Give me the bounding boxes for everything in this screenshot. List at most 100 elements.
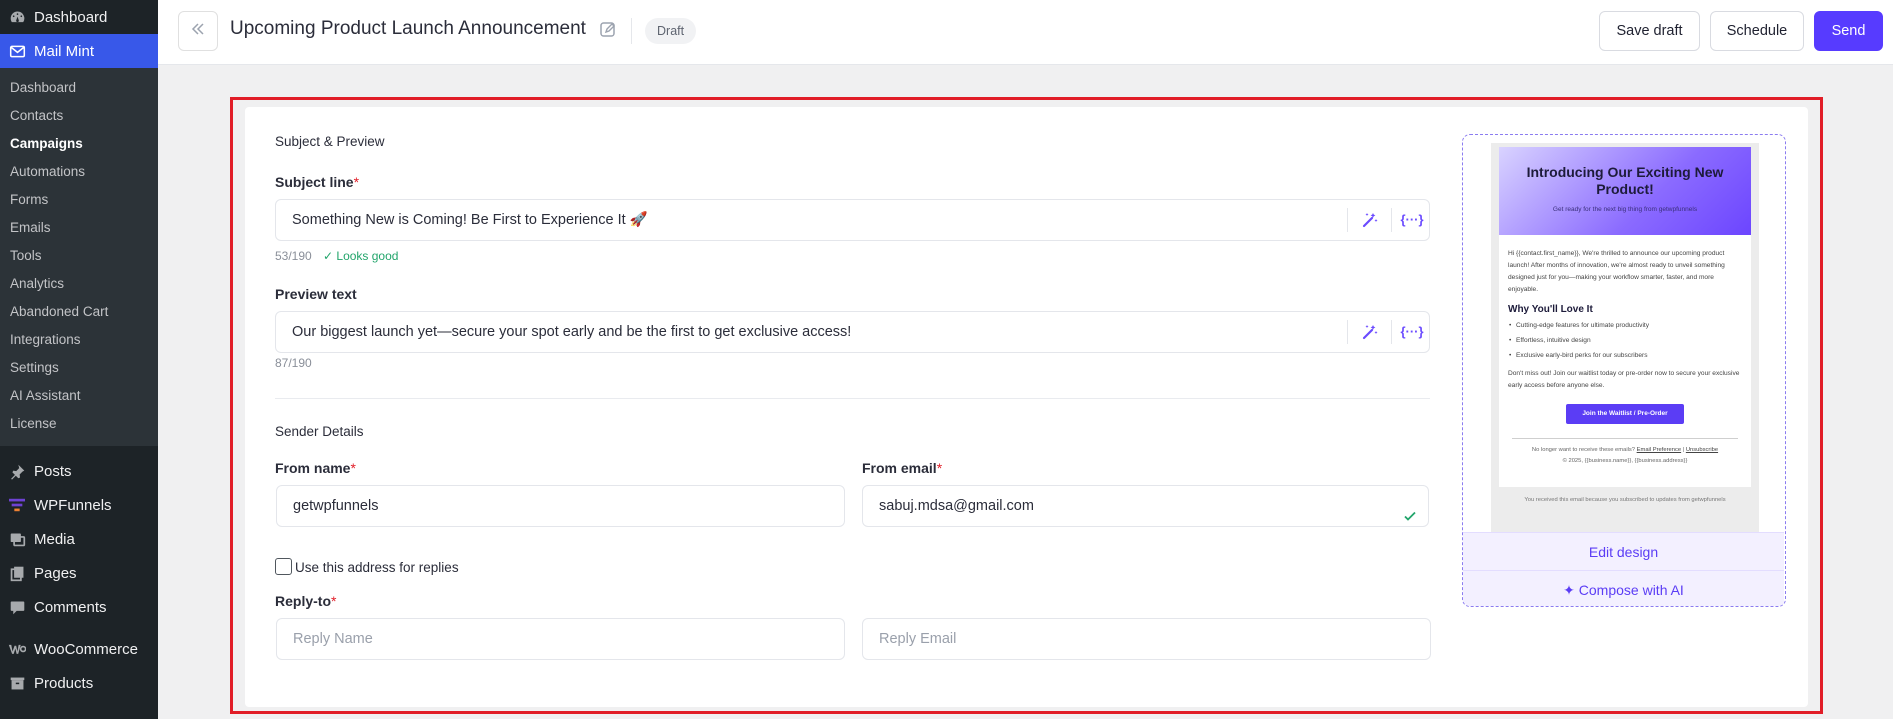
- required-mark: *: [350, 460, 356, 476]
- subject-label-text: Subject line: [275, 174, 354, 190]
- email-footer-address: © 2025, {{business.name}}, {{business.ad…: [1562, 458, 1688, 464]
- sidebar-item-mailmint[interactable]: Mail Mint: [0, 34, 158, 68]
- preview-text-label: Preview text: [275, 286, 357, 302]
- email-preview-panel: Introducing Our Exciting New Product! Ge…: [1462, 134, 1786, 607]
- sidebar-label-pages: Pages: [34, 564, 77, 582]
- sidebar-label-wpfunnels: WPFunnels: [34, 496, 112, 514]
- from-email-value: sabuj.mdsa@gmail.com: [879, 498, 1034, 514]
- mail-icon: [8, 42, 26, 60]
- submenu-license[interactable]: License: [0, 410, 158, 438]
- email-preview-canvas: Introducing Our Exciting New Product! Ge…: [1491, 143, 1759, 537]
- double-chevron-left-icon: [190, 21, 206, 42]
- subject-label: Subject line*: [275, 174, 359, 190]
- sidebar-item-products[interactable]: Products: [0, 666, 158, 700]
- from-name-input[interactable]: getwpfunnels: [276, 485, 845, 527]
- submenu-dashboard[interactable]: Dashboard: [0, 74, 158, 102]
- sidebar-item-pages[interactable]: Pages: [0, 556, 158, 590]
- email-preview-body: Introducing Our Exciting New Product! Ge…: [1499, 147, 1751, 487]
- dashboard-icon: [8, 8, 26, 26]
- sidebar-item-posts[interactable]: Posts: [0, 454, 158, 488]
- email-bullet: Effortless, intuitive design: [1508, 335, 1742, 347]
- from-email-input[interactable]: sabuj.mdsa@gmail.com: [862, 485, 1429, 527]
- from-email-label: From email*: [862, 460, 942, 476]
- save-draft-button[interactable]: Save draft: [1599, 11, 1700, 51]
- preview-text-value: Our biggest launch yet—secure your spot …: [292, 324, 852, 340]
- schedule-button[interactable]: Schedule: [1710, 11, 1804, 51]
- email-preference-link: Email Preference: [1636, 447, 1682, 453]
- use-reply-checkbox[interactable]: [275, 558, 292, 575]
- ai-wand-icon[interactable]: [1359, 209, 1381, 231]
- sidebar-item-dashboard[interactable]: Dashboard: [0, 0, 158, 34]
- mailmint-submenu: Dashboard Contacts Campaigns Automations…: [0, 68, 158, 446]
- campaign-title: Upcoming Product Launch Announcement: [230, 18, 586, 39]
- send-button[interactable]: Send: [1814, 11, 1883, 51]
- subject-char-count: 53/190: [275, 249, 312, 263]
- status-badge: Draft: [645, 18, 697, 44]
- required-mark: *: [353, 174, 360, 190]
- required-mark: *: [936, 460, 943, 476]
- sidebar-label-media: Media: [34, 530, 75, 548]
- submenu-ai-assistant[interactable]: AI Assistant: [0, 382, 158, 410]
- email-section-title: Why You'll Love It: [1508, 304, 1593, 315]
- submenu-emails[interactable]: Emails: [0, 214, 158, 242]
- email-closing: Don't miss out! Join our waitlist today …: [1508, 370, 1740, 389]
- comment-icon: [8, 598, 26, 616]
- box-icon: [8, 674, 26, 692]
- submenu-settings[interactable]: Settings: [0, 354, 158, 382]
- submenu-abandoned-cart[interactable]: Abandoned Cart: [0, 298, 158, 326]
- preview-text-input[interactable]: Our biggest launch yet—secure your spot …: [275, 311, 1430, 353]
- subject-input[interactable]: Something New is Coming! Be First to Exp…: [275, 199, 1430, 241]
- sidebar-label-comments: Comments: [34, 598, 107, 616]
- sidebar-item-media[interactable]: Media: [0, 522, 158, 556]
- section-divider: [275, 398, 1430, 399]
- subject-input-value: Something New is Coming! Be First to Exp…: [292, 212, 648, 228]
- sidebar-label-woocommerce: WooCommerce: [34, 640, 138, 658]
- merge-tag-icon[interactable]: {···}: [1398, 209, 1426, 231]
- email-footer-links: No longer want to receive these emails? …: [1531, 447, 1719, 453]
- edit-design-button[interactable]: Edit design: [1463, 532, 1784, 570]
- media-icon: [8, 530, 26, 548]
- submenu-analytics[interactable]: Analytics: [0, 270, 158, 298]
- submenu-tools[interactable]: Tools: [0, 242, 158, 270]
- email-headline: Introducing Our Exciting New Product!: [1526, 164, 1724, 197]
- submenu-campaigns[interactable]: Campaigns: [0, 130, 158, 158]
- reply-name-input[interactable]: Reply Name: [276, 618, 845, 660]
- from-name-label: From name*: [275, 460, 356, 476]
- submenu-integrations[interactable]: Integrations: [0, 326, 158, 354]
- reply-email-input[interactable]: Reply Email: [862, 618, 1431, 660]
- reply-to-label: Reply-to*: [275, 593, 336, 609]
- campaign-header: Upcoming Product Launch Announcement Dra…: [158, 0, 1893, 65]
- edit-title-icon[interactable]: [598, 20, 618, 40]
- subject-status: ✓ Looks good: [323, 249, 399, 263]
- email-intro: Hi {{contact.first_name}}, We're thrille…: [1508, 250, 1725, 293]
- sidebar-item-wpfunnels[interactable]: WPFunnels: [0, 488, 158, 522]
- sender-section-title: Sender Details: [275, 424, 364, 439]
- collapse-back-button[interactable]: [178, 11, 218, 51]
- check-icon: [1403, 499, 1417, 526]
- subject-section-title: Subject & Preview: [275, 134, 385, 149]
- sidebar-item-woocommerce[interactable]: WooCommerce: [0, 632, 158, 666]
- submenu-forms[interactable]: Forms: [0, 186, 158, 214]
- title-divider: [631, 18, 632, 44]
- submenu-automations[interactable]: Automations: [0, 158, 158, 186]
- from-name-label-text: From name: [275, 460, 351, 476]
- preview-char-count: 87/190: [275, 356, 312, 370]
- submenu-contacts[interactable]: Contacts: [0, 102, 158, 130]
- from-email-label-text: From email: [862, 460, 937, 476]
- email-cta-button: Join the Waitlist / Pre-Order: [1566, 404, 1684, 424]
- sidebar-label-mailmint: Mail Mint: [34, 42, 95, 60]
- woocommerce-icon: [8, 640, 26, 658]
- unsubscribe-link: Unsubscribe: [1685, 447, 1719, 453]
- email-outer-note: You received this email because you subs…: [1524, 497, 1726, 503]
- sidebar-label-posts: Posts: [34, 462, 72, 480]
- admin-sidebar: Dashboard Mail Mint Dashboard Contacts C…: [0, 0, 158, 719]
- wpfunnels-icon: [8, 496, 26, 514]
- email-subheadline: Get ready for the next big thing from ge…: [1552, 206, 1698, 213]
- merge-tag-icon[interactable]: {···}: [1398, 321, 1426, 343]
- compose-with-ai-button[interactable]: ✦ Compose with AI: [1463, 570, 1784, 606]
- sidebar-item-comments[interactable]: Comments: [0, 590, 158, 624]
- use-reply-label: Use this address for replies: [295, 560, 459, 575]
- email-hero: Introducing Our Exciting New Product! Ge…: [1499, 147, 1751, 235]
- ai-wand-icon[interactable]: [1359, 321, 1381, 343]
- email-bullet: Cutting-edge features for ultimate produ…: [1508, 320, 1742, 332]
